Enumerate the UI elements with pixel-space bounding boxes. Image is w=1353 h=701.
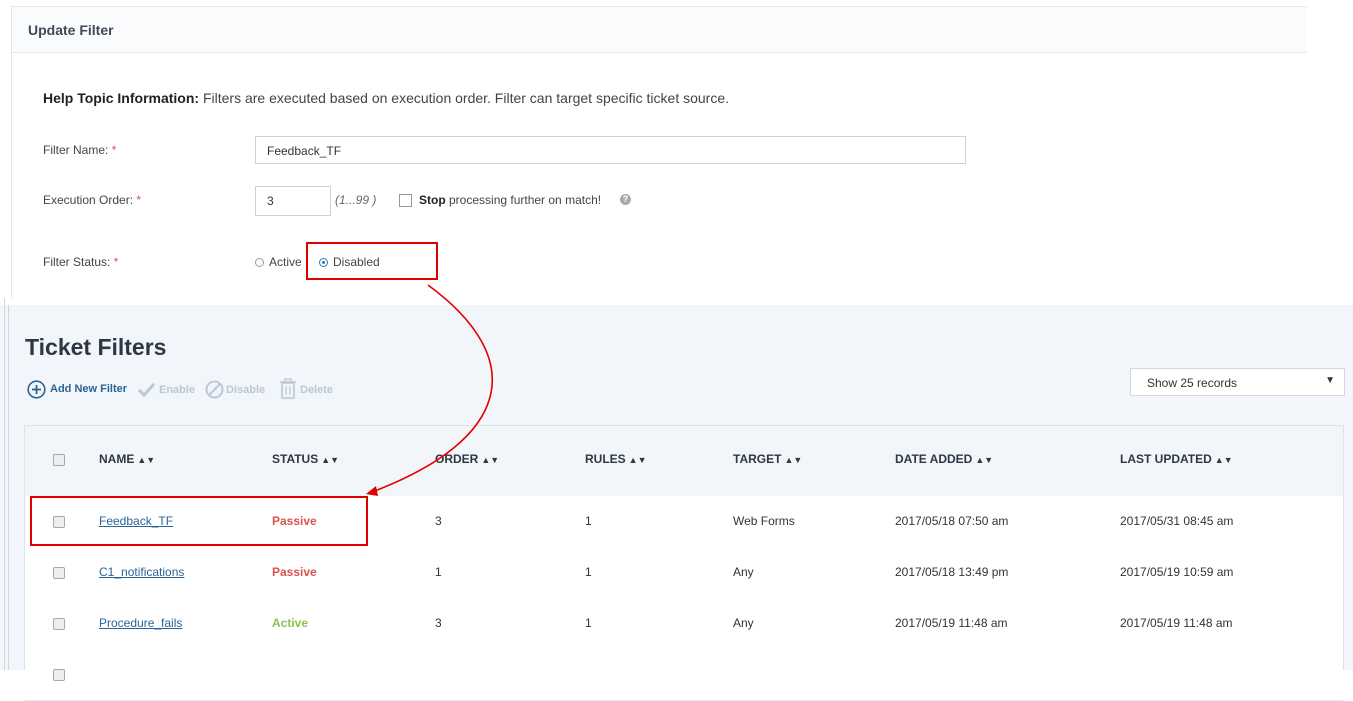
divider (8, 305, 9, 670)
last-updated-cell: 2017/05/19 11:48 am (1120, 616, 1233, 630)
sort-icon: ▲▼ (784, 455, 803, 465)
target-cell: Any (733, 565, 754, 579)
order-cell: 1 (435, 565, 442, 579)
column-header-label: NAME (99, 452, 135, 466)
stop-processing-label: Stop processing further on match! (419, 193, 601, 207)
help-topic-text: Filters are executed based on execution … (199, 90, 730, 106)
column-header-label: STATUS (272, 452, 319, 466)
filter-name-label: Filter Name: * (43, 143, 116, 157)
column-header-order[interactable]: ORDER ▲▼ (435, 452, 499, 466)
column-header-name[interactable]: NAME ▲▼ (99, 452, 155, 466)
status-cell: Passive (272, 565, 317, 579)
highlight-box-row (30, 496, 368, 546)
last-updated-cell: 2017/05/19 10:59 am (1120, 565, 1234, 579)
enable-button[interactable]: Enable (159, 384, 195, 396)
ban-icon (205, 380, 224, 399)
date-added-cell: 2017/05/18 13:49 pm (895, 565, 1009, 579)
rules-cell: 1 (585, 565, 592, 579)
status-active-label[interactable]: Active (269, 255, 302, 269)
row-checkbox[interactable] (53, 567, 65, 579)
page-title: Ticket Filters (25, 334, 167, 360)
filter-status-label-text: Filter Status: (43, 255, 111, 269)
sort-icon: ▲▼ (137, 455, 156, 465)
date-added-cell: 2017/05/19 11:48 am (895, 616, 1008, 630)
add-circle-icon[interactable] (27, 380, 46, 399)
ticket-filters-table: NAME ▲▼ STATUS ▲▼ ORDER ▲▼ RULES ▲▼ TARGET ▲▼… (24, 425, 1344, 701)
panel-title: Update Filter (28, 22, 114, 38)
sort-icon: ▲▼ (628, 455, 647, 465)
filter-name-label-text: Filter Name: (43, 143, 109, 157)
table-row-partial (25, 649, 1343, 701)
rules-cell: 1 (585, 616, 592, 630)
required-mark: * (136, 193, 142, 207)
column-header-label: ORDER (435, 452, 479, 466)
required-mark: * (111, 143, 117, 157)
panel-header: Update Filter (12, 6, 1307, 53)
divider (4, 298, 5, 670)
range-hint: (1...99 ) (335, 193, 377, 207)
column-header-label: LAST UPDATED (1120, 452, 1212, 466)
records-select-value: Show 25 records (1147, 376, 1238, 390)
filter-name-input[interactable]: Feedback_TF (255, 136, 966, 164)
sort-icon: ▲▼ (321, 455, 340, 465)
column-header-target[interactable]: TARGET ▲▼ (733, 452, 802, 466)
filter-name-link[interactable]: C1_notifications (99, 565, 184, 579)
column-header-last-updated[interactable]: LAST UPDATED ▲▼ (1120, 452, 1233, 466)
help-topic-info: Help Topic Information: Filters are exec… (43, 90, 729, 106)
execution-order-input[interactable]: 3 (255, 186, 331, 216)
table-header: NAME ▲▼ STATUS ▲▼ ORDER ▲▼ RULES ▲▼ TARGET ▲▼… (25, 426, 1343, 497)
filter-status-label: Filter Status: * (43, 255, 118, 269)
required-mark: * (113, 255, 119, 269)
row-checkbox[interactable] (53, 669, 65, 681)
check-icon (137, 382, 156, 397)
execution-order-label: Execution Order: * (43, 193, 141, 207)
stop-processing-checkbox[interactable] (399, 194, 412, 207)
execution-order-label-text: Execution Order: (43, 193, 134, 207)
row-checkbox[interactable] (53, 618, 65, 630)
caret-down-icon: ▼ (1325, 375, 1335, 386)
table-row: C1_notifications Passive 1 1 Any 2017/05… (25, 547, 1343, 599)
column-header-label: RULES (585, 452, 626, 466)
order-cell: 3 (435, 514, 442, 528)
rules-cell: 1 (585, 514, 592, 528)
target-cell: Web Forms (733, 514, 795, 528)
select-all-checkbox[interactable] (53, 454, 65, 466)
sort-icon: ▲▼ (975, 455, 994, 465)
highlight-box-disabled (306, 242, 438, 280)
stop-text: processing further on match! (445, 193, 602, 207)
add-new-filter-button[interactable]: Add New Filter (50, 383, 127, 395)
filter-name-link[interactable]: Procedure_fails (99, 616, 182, 630)
status-active-radio[interactable] (255, 258, 264, 267)
table-row: Procedure_fails Active 3 1 Any 2017/05/1… (25, 598, 1343, 650)
last-updated-cell: 2017/05/31 08:45 am (1120, 514, 1234, 528)
date-added-cell: 2017/05/18 07:50 am (895, 514, 1009, 528)
delete-button[interactable]: Delete (300, 384, 333, 396)
status-cell: Active (272, 616, 309, 630)
column-header-rules[interactable]: RULES ▲▼ (585, 452, 647, 466)
column-header-status[interactable]: STATUS ▲▼ (272, 452, 339, 466)
column-header-date-added[interactable]: DATE ADDED ▲▼ (895, 452, 993, 466)
update-filter-panel: Update Filter Help Topic Information: Fi… (11, 6, 1307, 298)
sort-icon: ▲▼ (481, 455, 500, 465)
column-header-label: DATE ADDED (895, 452, 973, 466)
disable-button[interactable]: Disable (226, 384, 265, 396)
trash-icon (280, 378, 296, 399)
order-cell: 3 (435, 616, 442, 630)
stop-bold: Stop (419, 193, 446, 207)
records-per-page-select[interactable]: Show 25 records ▼ (1130, 368, 1345, 396)
sort-icon: ▲▼ (1214, 455, 1233, 465)
column-header-label: TARGET (733, 452, 782, 466)
target-cell: Any (733, 616, 754, 630)
help-topic-heading: Help Topic Information: (43, 90, 200, 106)
question-circle-icon[interactable]: ? (620, 194, 631, 205)
